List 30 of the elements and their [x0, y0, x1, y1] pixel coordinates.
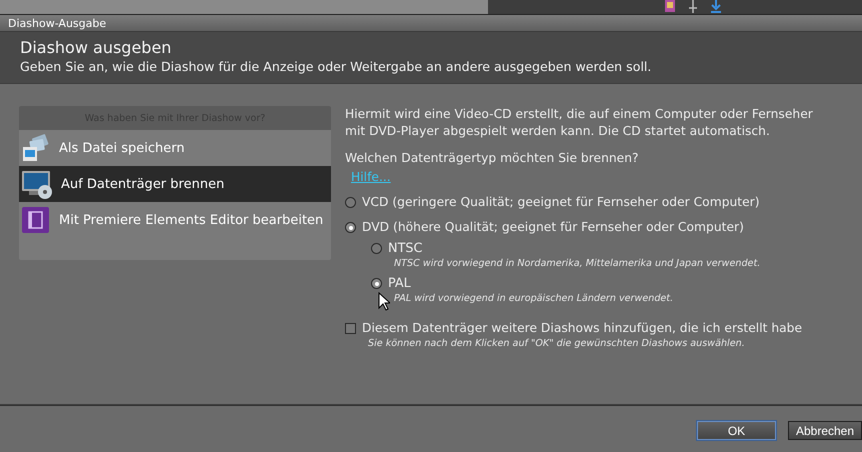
pictures-icon [21, 133, 51, 163]
cancel-button[interactable]: Abbrechen [788, 421, 862, 440]
radio-button[interactable] [345, 197, 356, 208]
help-link[interactable]: Hilfe... [351, 169, 391, 186]
photo-icon [664, 0, 676, 13]
option-item[interactable]: Mit Premiere Elements Editor bearbeiten [19, 202, 331, 238]
radio-label[interactable]: NTSC [388, 240, 422, 257]
description-text: Hiermit wird eine Video-CD erstellt, die auf einem Computer oder Fernseher mit DVD-Player abgespielt werden kann. Die CD startet automatisch. [345, 106, 814, 140]
radio-label[interactable]: DVD (höhere Qualität; geeignet für Fernseher oder Computer) [362, 219, 744, 236]
cursor-icon [378, 292, 390, 311]
dialog-subtitle: Geben Sie an, wie die Diashow für die Anzeige oder Weitergabe an andere ausgegeben werden soll. [20, 58, 652, 75]
radio-label[interactable]: PAL [388, 275, 411, 292]
film-icon [21, 206, 51, 234]
hint-text: PAL wird vorwiegend in europäischen Ländern verwendet. [394, 292, 674, 306]
checkbox[interactable] [345, 323, 356, 334]
download-icon [710, 0, 722, 13]
option-item[interactable]: Auf Datenträger brennen [19, 166, 331, 202]
radio-button[interactable] [371, 243, 382, 254]
hint-text: Sie können nach dem Klicken auf "OK" die gewünschten Diashows auswählen. [368, 337, 746, 351]
monitor-disc-icon [21, 169, 53, 199]
radio-label[interactable]: VCD (geringere Qualität; geeignet für Fernseher oder Computer) [362, 194, 760, 211]
radio-button[interactable] [345, 222, 356, 233]
ok-button[interactable]: OK [697, 421, 776, 440]
dialog-heading: Diashow ausgeben [20, 38, 172, 58]
checkbox-label[interactable]: Diesem Datenträger weitere Diashows hinzufügen, die ich erstellt habe [362, 320, 802, 337]
radio-button[interactable] [371, 278, 382, 289]
window-title: Diashow-Ausgabe [8, 16, 106, 30]
question-label: Welchen Datenträgertyp möchten Sie brennen? [345, 150, 640, 167]
option-item[interactable]: Als Datei speichern [19, 130, 331, 166]
hint-text: NTSC wird vorwiegend in Nordamerika, Mittelamerika und Japan verwendet. [394, 257, 762, 271]
